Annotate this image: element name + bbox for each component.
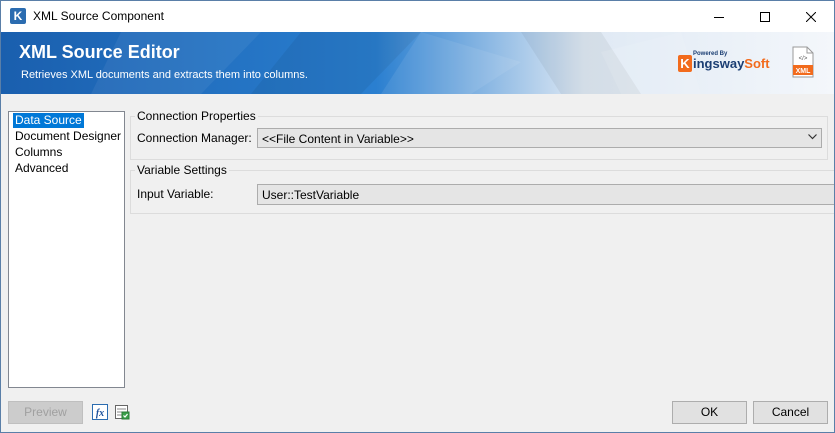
xml-glyph: </> [799,56,808,62]
nav-item-document-designer[interactable]: Document Designer [13,129,123,144]
banner-title: XML Source Editor [19,42,180,62]
minimize-icon [714,16,724,18]
minimize-button[interactable] [696,1,742,32]
nav-item-advanced[interactable]: Advanced [13,161,70,176]
connection-manager-value: <<File Content in Variable>> [262,132,414,146]
nav-item-data-source[interactable]: Data Source [13,113,84,128]
close-icon [806,11,816,22]
xml-source-dialog: K XML Source Component XML Source Editor… [0,0,835,433]
connection-manager-dropdown[interactable]: <<File Content in Variable>> [257,128,822,148]
brand-k-icon: K [678,55,692,72]
window-title: XML Source Component [33,9,164,23]
title-bar: K XML Source Component [1,1,834,32]
input-variable-field[interactable]: User::TestVariable [257,184,834,205]
xml-file-icon: </> XML [792,46,814,78]
header-banner: XML Source Editor Retrieves XML document… [1,32,834,94]
maximize-button[interactable] [742,1,788,32]
brand-name-part2: Soft [744,56,770,71]
variable-settings-icon[interactable] [114,404,130,420]
brand-name-part1: ingsway [693,56,745,71]
fx-glyph: fx [96,408,104,419]
nav-item-columns[interactable]: Columns [13,145,64,160]
ok-button[interactable]: OK [672,401,747,424]
connection-properties-label: Connection Properties [135,109,258,123]
input-variable-value: User::TestVariable [262,188,360,202]
input-variable-label: Input Variable: [137,187,214,201]
chevron-down-icon [808,134,817,140]
page-navigation-list[interactable]: Data Source Document Designer Columns Ad… [8,111,125,388]
preview-button[interactable]: Preview [8,401,83,424]
connection-manager-label: Connection Manager: [137,131,252,145]
banner-subtitle: Retrieves XML documents and extracts the… [21,69,308,81]
maximize-icon [760,11,770,22]
kingswaysoft-app-icon: K [10,8,26,24]
expression-fx-icon[interactable]: fx [92,404,108,420]
brand-name: ingswaySoft [693,56,770,71]
variable-settings-label: Variable Settings [135,163,229,177]
close-button[interactable] [788,1,834,32]
kingswaysoft-logo: Powered By K ingswaySoft [678,51,778,81]
xml-label: XML [796,68,812,75]
cancel-button[interactable]: Cancel [753,401,828,424]
